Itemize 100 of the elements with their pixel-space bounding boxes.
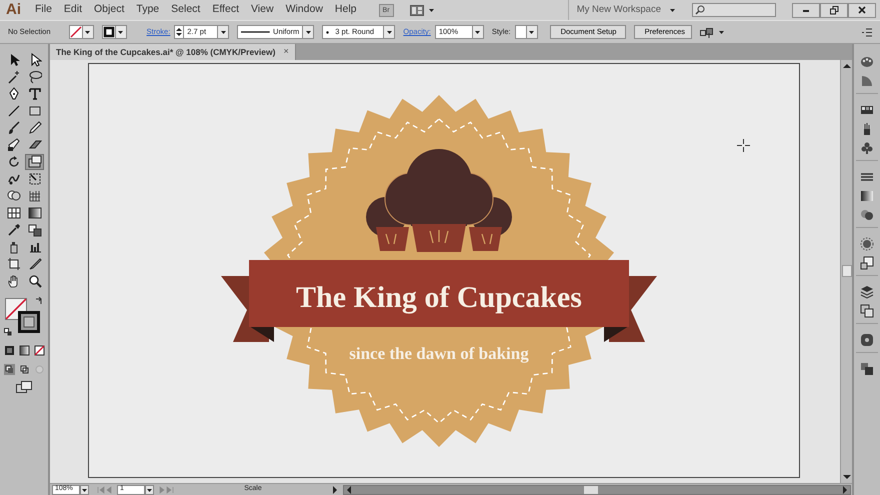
warp-icon [6,172,20,186]
stroke-swatch-icon[interactable] [18,311,40,333]
brush-dropdown[interactable] [384,25,396,39]
appearance-circle-icon [860,236,874,250]
search-field[interactable] [692,3,776,17]
stroke-line-icon [241,30,270,34]
caret-icon [220,30,227,34]
grid-icon [28,189,42,203]
menu-item[interactable]: Effect [206,2,245,18]
dashed-frame-icon [28,172,42,186]
artboard-frame-icon [6,257,20,271]
overlapping-circles-icon [6,189,20,203]
restore-icon [827,5,841,15]
club-icon [860,140,874,154]
pencil-icon [28,121,42,135]
caret-icon [528,30,536,34]
caret-icon [428,8,435,12]
gradient-square-icon [28,206,42,220]
type-icon [28,87,42,101]
stroke-profile-dropdown[interactable] [303,25,314,39]
transform-squares-icon [860,362,874,376]
layers-icon [860,284,874,298]
hand-icon [6,274,20,288]
down-arrow-icon[interactable] [842,474,850,480]
scrollbar-thumb[interactable] [842,265,852,277]
stroke-dropdown[interactable] [116,25,127,39]
minimize-button[interactable] [792,2,820,18]
style-dropdown[interactable] [526,25,538,39]
mesh-icon [6,206,20,220]
rounded-square-icon [860,332,874,346]
line-icon [6,104,20,118]
caret-icon [474,30,482,34]
tool-button[interactable] [25,154,44,170]
crosshair-cursor-icon [737,139,750,152]
up-down-arrows-icon [176,27,182,37]
opacity-dropdown[interactable] [472,25,484,39]
logo-tagline: since the dawn of baking [349,344,529,363]
zoom-dropdown-icon[interactable] [80,484,89,494]
lasso-icon [28,70,42,84]
fill-swatch[interactable] [68,25,83,39]
panel-menu-icon[interactable] [862,28,872,36]
zoom-icon [28,274,42,288]
palette-icon [860,54,874,68]
gradient-bar-icon [860,188,874,202]
overlapping-circles-icon [860,208,874,222]
artboard-dropdown-icon[interactable] [145,484,154,494]
arrange-documents-button[interactable] [410,4,435,16]
draw-behind-icon[interactable] [18,364,30,375]
align-menu-button[interactable] [700,26,725,38]
color-icon[interactable] [4,345,14,356]
app-logo: Ai [5,0,22,20]
close-button[interactable] [848,2,876,18]
stepper-button[interactable] [174,25,184,39]
up-arrow-icon[interactable] [842,63,850,69]
fill-dropdown[interactable] [82,25,94,39]
two-squares-icon [28,223,42,237]
overlapping-frames-icon [28,155,42,169]
menu-item[interactable]: Window [280,2,329,18]
menu-item[interactable]: Object [88,2,130,18]
blob-brush-icon [6,138,20,152]
left-arrow-icon[interactable] [346,486,352,494]
vertical-scrollbar[interactable] [840,60,852,483]
gradient-icon[interactable] [18,345,30,356]
horizontal-scrollbar[interactable] [343,484,851,494]
align-squares-icon [700,26,714,38]
scrollbar-thumb[interactable] [584,486,598,494]
stacked-squares-icon [860,256,874,270]
document-tab[interactable]: The King of the Cupcakes.ai* @ 108% (CMYK/Preview) × [50,44,296,60]
close-tab-button[interactable]: × [275,45,289,59]
menu-item[interactable]: Type [130,2,166,18]
menu-item[interactable]: View [244,2,280,18]
default-colors-icon[interactable] [4,328,12,336]
caret-icon [84,30,92,34]
rectangle-icon [28,104,42,118]
pen-icon [6,87,20,101]
menu-item[interactable]: Select [165,2,206,18]
rotate-arrow-icon [6,155,20,169]
draw-normal-icon[interactable] [4,364,14,375]
caret-icon [304,30,312,34]
document-title: The King of the Cupcakes.ai* @ 108% (CMYK/Preview) [56,46,276,58]
stroke-weight-dropdown[interactable] [218,25,230,39]
restore-button[interactable] [820,2,848,18]
logo-title: The King of Cupcakes [296,281,582,314]
status-menu-arrow-icon[interactable] [332,486,338,494]
caret-icon [669,8,676,12]
layout-grid-icon [410,4,424,16]
eyedropper-icon [6,223,20,237]
style-swatch[interactable] [514,25,527,39]
menu-item[interactable]: Edit [58,2,88,18]
artboards-icon [860,304,874,318]
bar-chart-icon [28,240,42,254]
swap-arrow-icon[interactable] [35,297,43,305]
right-arrow-icon[interactable] [842,486,848,494]
none-icon[interactable] [34,345,44,356]
menu-item[interactable]: Help [328,2,363,18]
screen-mode-icon[interactable] [16,381,32,393]
stroke-swatch[interactable] [102,25,116,39]
caret-icon [718,30,725,34]
dot-icon [326,30,330,34]
menu-item[interactable]: File [29,2,58,18]
